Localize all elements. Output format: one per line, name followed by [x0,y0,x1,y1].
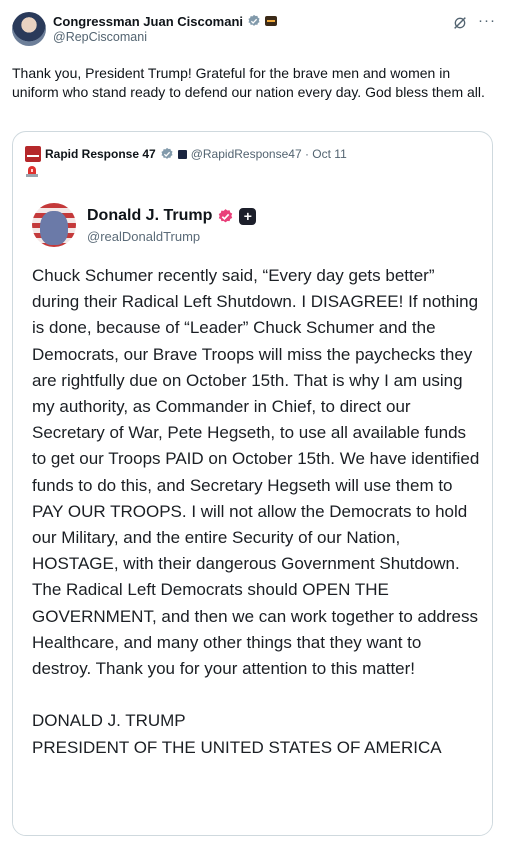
plus-badge-icon: + [239,207,257,225]
quoted-post-image[interactable]: Donald J. Trump + @realDonaldTrump Chuck… [13,189,492,835]
more-icon[interactable]: ··· [478,12,496,29]
siren-icon [26,166,38,177]
post-display-name: Donald J. Trump [87,207,213,224]
tweet: Congressman Juan Ciscomani @RepCiscomani… [0,0,505,845]
tweet-text: Thank you, President Trump! Grateful for… [12,65,485,100]
quoted-display-name[interactable]: Rapid Response 47 [45,147,156,161]
affiliate-flag-icon [265,16,277,26]
avatar[interactable] [12,12,46,46]
quoted-handle-date[interactable]: @RapidResponse47 · Oct 11 [191,147,347,161]
verified-badge-icon [248,14,260,26]
verified-badge-icon [161,147,173,159]
post-body-text: Chuck Schumer recently said, “Every day … [32,266,480,757]
grok-icon[interactable] [452,15,468,31]
post-name-row: Donald J. Trump + [87,206,257,226]
post-handle: @realDonaldTrump [87,229,201,244]
author-name-row: Congressman Juan Ciscomani [53,12,277,30]
quoted-tweet-header: Rapid Response 47 @RapidResponse47 · Oct… [25,146,347,162]
quoted-tweet-card[interactable]: Rapid Response 47 @RapidResponse47 · Oct… [12,131,493,836]
author-display-name[interactable]: Congressman Juan Ciscomani [53,14,243,29]
verified-badge-icon [219,208,233,222]
quoted-avatar[interactable] [25,146,41,162]
affiliate-flag-icon [177,149,187,159]
post-avatar [32,203,76,247]
author-handle[interactable]: @RepCiscomani [53,30,147,44]
